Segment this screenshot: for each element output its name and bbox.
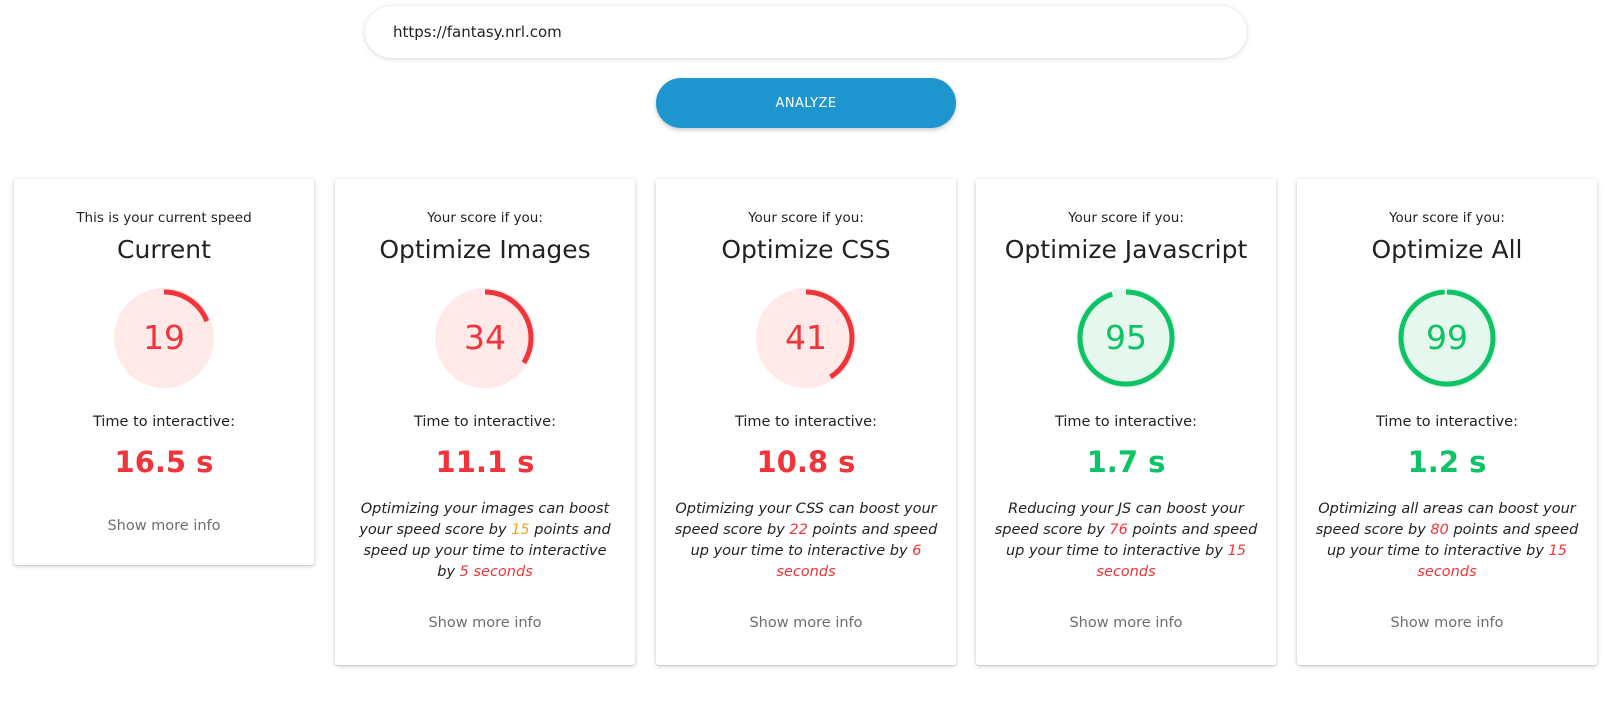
improvement-description: Reducing your JS can boost your speed sc… <box>994 499 1258 583</box>
show-more-info-link[interactable]: Show more info <box>14 518 314 534</box>
improvement-description: Optimizing your images can boost your sp… <box>353 499 617 583</box>
score-gauge: 41 <box>756 288 856 388</box>
improvement-description: Optimizing all areas can boost your spee… <box>1315 499 1579 583</box>
score-card-optimize-images: Your score if you: Optimize Images 34 Ti… <box>335 179 635 665</box>
points-gain: 15 <box>511 522 530 538</box>
score-gauge: 19 <box>114 288 214 388</box>
tti-label: Time to interactive: <box>1375 414 1518 430</box>
tti-value: 1.2 s <box>1407 445 1487 479</box>
tti-label: Time to interactive: <box>734 414 877 430</box>
tti-value: 16.5 s <box>114 445 214 479</box>
points-gain: 76 <box>1109 522 1128 538</box>
card-title: Optimize All <box>1371 235 1523 264</box>
score-card-optimize-all: Your score if you: Optimize All 99 Time … <box>1297 179 1597 665</box>
page: ANALYZE This is your current speed Curre… <box>0 0 1610 703</box>
score-value: 95 <box>1105 318 1147 357</box>
score-gauge: 99 <box>1397 288 1497 388</box>
score-value: 99 <box>1426 318 1468 357</box>
card-subtitle: Your score if you: <box>1389 210 1505 226</box>
score-value: 19 <box>143 318 185 357</box>
card-title: Optimize Javascript <box>1004 235 1248 264</box>
show-more-info-link[interactable]: Show more info <box>976 615 1276 631</box>
card-subtitle: Your score if you: <box>1068 210 1184 226</box>
tti-label: Time to interactive: <box>413 414 556 430</box>
card-subtitle: Your score if you: <box>748 210 864 226</box>
card-title: Current <box>117 235 211 264</box>
show-more-info-link[interactable]: Show more info <box>1297 615 1597 631</box>
url-input[interactable] <box>393 23 1213 41</box>
score-card-optimize-javascript: Your score if you: Optimize Javascript 9… <box>976 179 1276 665</box>
tti-label: Time to interactive: <box>92 414 235 430</box>
score-gauge: 95 <box>1076 288 1176 388</box>
card-subtitle: Your score if you: <box>427 210 543 226</box>
points-gain: 22 <box>789 522 808 538</box>
time-saved: 5 seconds <box>459 564 533 580</box>
url-bar <box>365 6 1247 58</box>
score-card-optimize-css: Your score if you: Optimize CSS 41 Time … <box>656 179 956 665</box>
tti-value: 10.8 s <box>756 445 856 479</box>
improvement-description: Optimizing your CSS can boost your speed… <box>674 499 938 583</box>
card-subtitle: This is your current speed <box>76 210 252 226</box>
points-gain: 80 <box>1430 522 1449 538</box>
tti-label: Time to interactive: <box>1054 414 1197 430</box>
score-gauge: 34 <box>435 288 535 388</box>
show-more-info-link[interactable]: Show more info <box>656 615 956 631</box>
tti-value: 11.1 s <box>435 445 535 479</box>
score-value: 34 <box>464 318 506 357</box>
show-more-info-link[interactable]: Show more info <box>335 615 635 631</box>
card-title: Optimize Images <box>379 235 591 264</box>
tti-value: 1.7 s <box>1086 445 1166 479</box>
score-card-current: This is your current speed Current 19 Ti… <box>14 179 314 565</box>
card-title: Optimize CSS <box>721 235 891 264</box>
analyze-button[interactable]: ANALYZE <box>656 78 956 128</box>
score-value: 41 <box>785 318 827 357</box>
